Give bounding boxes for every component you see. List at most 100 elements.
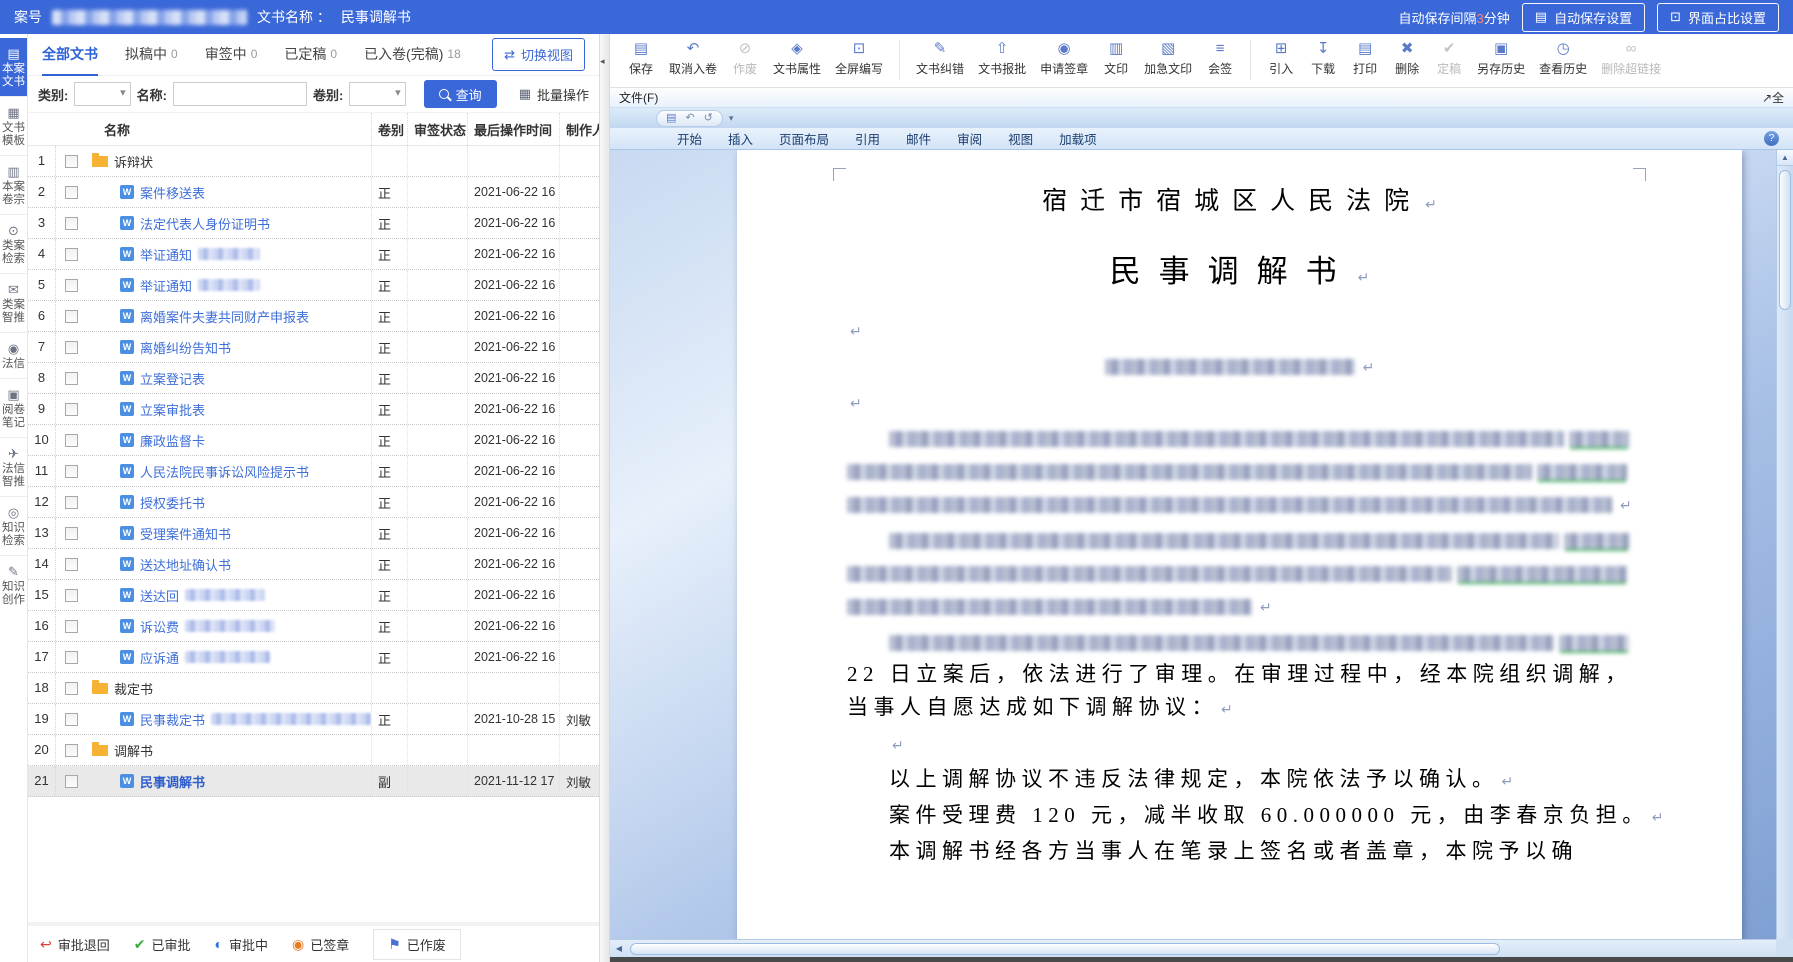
tab-0[interactable]: 全部文书 xyxy=(42,34,98,76)
tab-2[interactable]: 审签中 0 xyxy=(205,34,258,76)
scroll-left-icon[interactable]: ◀ xyxy=(610,944,628,953)
table-row[interactable]: 6W离婚案件夫妻共同财产申报表正2021-06-22 16 xyxy=(28,301,599,332)
row-checkbox[interactable] xyxy=(65,155,78,168)
toolbar-fullscreen-button[interactable]: ⊡全屏编写 xyxy=(828,38,890,77)
table-row[interactable]: 11W人民法院民事诉讼风险提示书正2021-06-22 16 xyxy=(28,456,599,487)
table-row[interactable]: 20调解书 xyxy=(28,735,599,766)
sidebar-item-knowledge-search[interactable]: ◎知识检索 xyxy=(0,496,27,555)
toolbar-delete-button[interactable]: ✖删除 xyxy=(1386,38,1428,77)
table-row[interactable]: 18裁定书 xyxy=(28,673,599,704)
search-button[interactable]: 查询 xyxy=(424,80,497,108)
panel-collapse-handle[interactable]: ◂ xyxy=(600,34,610,962)
expand-fullscreen-control[interactable]: ↗全 xyxy=(1762,89,1784,106)
toolbar-submit-approval-button[interactable]: ⇧文书报批 xyxy=(971,38,1033,77)
doc-link[interactable]: 应诉通 xyxy=(140,648,179,667)
row-checkbox[interactable] xyxy=(65,217,78,230)
sidebar-item-faxin-recommend[interactable]: ✈法信智推 xyxy=(0,437,27,496)
toolbar-proofread-pencil-button[interactable]: ✎文书纠错 xyxy=(909,38,971,77)
table-row[interactable]: 21W民事调解书副2021-11-12 17刘敏 xyxy=(28,766,599,797)
volume-select[interactable] xyxy=(349,82,405,106)
ribbon-tab-3[interactable]: 引用 xyxy=(842,127,893,150)
row-checkbox[interactable] xyxy=(65,558,78,571)
table-row[interactable]: 10W廉政监督卡正2021-06-22 16 xyxy=(28,425,599,456)
table-row[interactable]: 2W案件移送表正2021-06-22 16 xyxy=(28,177,599,208)
toolbar-download-button[interactable]: ↧下载 xyxy=(1302,38,1344,77)
name-input[interactable] xyxy=(173,82,307,106)
toolbar-urgent-print-button[interactable]: ▧加急文印 xyxy=(1137,38,1199,77)
row-checkbox[interactable] xyxy=(65,527,78,540)
row-checkbox[interactable] xyxy=(65,465,78,478)
row-checkbox[interactable] xyxy=(65,341,78,354)
doc-link[interactable]: 民事调解书 xyxy=(140,772,205,791)
sidebar-item-case-documents[interactable]: ▤本案文书 xyxy=(0,38,27,96)
undo-icon[interactable]: ↶ xyxy=(685,111,694,126)
toolbar-properties-tag-button[interactable]: ◈文书属性 xyxy=(766,38,828,77)
file-menu[interactable]: 文件(F) xyxy=(619,89,658,106)
table-row[interactable]: 9W立案审批表正2021-06-22 16 xyxy=(28,394,599,425)
toolbar-view-history-button[interactable]: ◷查看历史 xyxy=(1532,38,1594,77)
row-checkbox[interactable] xyxy=(65,186,78,199)
toolbar-countersign-button[interactable]: ≡会签 xyxy=(1199,38,1241,77)
layout-ratio-settings-button[interactable]: ⊡ 界面占比设置 xyxy=(1657,3,1779,32)
row-checkbox[interactable] xyxy=(65,403,78,416)
doc-link[interactable]: 举证通知 xyxy=(140,276,192,295)
sidebar-item-similar-case-recommend[interactable]: ✉类案智推 xyxy=(0,273,27,332)
vertical-scrollbar[interactable]: ▲ xyxy=(1776,150,1793,939)
horizontal-scroll-thumb[interactable] xyxy=(630,943,1500,955)
row-checkbox[interactable] xyxy=(65,248,78,261)
category-select[interactable] xyxy=(74,82,130,106)
table-row[interactable]: 13W受理案件通知书正2021-06-22 16 xyxy=(28,518,599,549)
doc-link[interactable]: 送达地址确认书 xyxy=(140,555,231,574)
table-row[interactable]: 17W应诉通正2021-06-22 16 xyxy=(28,642,599,673)
sidebar-item-case-files[interactable]: ▥本案卷宗 xyxy=(0,155,27,214)
table-row[interactable]: 16W诉讼费正2021-06-22 16 xyxy=(28,611,599,642)
toolbar-import-button[interactable]: ⊞引入 xyxy=(1260,38,1302,77)
ribbon-tab-4[interactable]: 邮件 xyxy=(893,127,944,150)
tab-3[interactable]: 已定稿 0 xyxy=(284,34,337,76)
ribbon-tab-5[interactable]: 审阅 xyxy=(944,127,995,150)
doc-link[interactable]: 民事裁定书 xyxy=(140,710,205,729)
tab-4[interactable]: 已入卷(完稿) 18 xyxy=(364,34,461,76)
row-checkbox[interactable] xyxy=(65,744,78,757)
table-row[interactable]: 19W民事裁定书正2021-10-28 15刘敏 xyxy=(28,704,599,735)
save-icon[interactable]: ▤ xyxy=(666,111,676,126)
doc-link[interactable]: 举证通知 xyxy=(140,245,192,264)
doc-link[interactable]: 立案审批表 xyxy=(140,400,205,419)
row-checkbox[interactable] xyxy=(65,434,78,447)
row-checkbox[interactable] xyxy=(65,372,78,385)
doc-link[interactable]: 案件移送表 xyxy=(140,183,205,202)
table-row[interactable]: 1诉辩状 xyxy=(28,146,599,177)
ribbon-tab-7[interactable]: 加载项 xyxy=(1046,127,1110,150)
doc-link[interactable]: 法定代表人身份证明书 xyxy=(140,214,270,233)
row-checkbox[interactable] xyxy=(65,496,78,509)
toolbar-print-office-button[interactable]: ▥文印 xyxy=(1095,38,1137,77)
help-button[interactable]: ? xyxy=(1764,131,1779,146)
table-row[interactable]: 15W送达回正2021-06-22 16 xyxy=(28,580,599,611)
doc-link[interactable]: 离婚案件夫妻共同财产申报表 xyxy=(140,307,309,326)
row-checkbox[interactable] xyxy=(65,310,78,323)
document-page[interactable]: 宿迁市宿城区人民法院↵民事调解书↵↵↵↵↵↵22 日立案后，依法进行了审理。在审… xyxy=(737,150,1742,957)
row-checkbox[interactable] xyxy=(65,279,78,292)
doc-link[interactable]: 立案登记表 xyxy=(140,369,205,388)
sidebar-item-faxin[interactable]: ◉法信 xyxy=(0,332,27,378)
doc-link[interactable]: 人民法院民事诉讼风险提示书 xyxy=(140,462,309,481)
quick-access-more-icon[interactable]: ▾ xyxy=(729,113,734,124)
table-row[interactable]: 4W举证通知正2021-06-22 16 xyxy=(28,239,599,270)
toolbar-save-history-button[interactable]: ▣另存历史 xyxy=(1470,38,1532,77)
toolbar-printer-button[interactable]: ▤打印 xyxy=(1344,38,1386,77)
row-checkbox[interactable] xyxy=(65,620,78,633)
row-checkbox[interactable] xyxy=(65,775,78,788)
toolbar-apply-seal-button[interactable]: ◉申请签章 xyxy=(1033,38,1095,77)
toolbar-save-button[interactable]: ▤保存 xyxy=(620,38,662,77)
horizontal-scrollbar[interactable]: ◀ xyxy=(610,939,1776,957)
table-row[interactable]: 5W举证通知正2021-06-22 16 xyxy=(28,270,599,301)
doc-link[interactable]: 送达回 xyxy=(140,586,179,605)
ribbon-tab-2[interactable]: 页面布局 xyxy=(766,127,842,150)
switch-view-button[interactable]: ⇄切换视图 xyxy=(492,38,585,71)
tab-1[interactable]: 拟稿中 0 xyxy=(125,34,178,76)
ribbon-tab-0[interactable]: 开始 xyxy=(664,127,715,150)
table-row[interactable]: 7W离婚纠纷告知书正2021-06-22 16 xyxy=(28,332,599,363)
ribbon-tab-6[interactable]: 视图 xyxy=(995,127,1046,150)
sidebar-item-similar-case-search[interactable]: ⊙类案检索 xyxy=(0,214,27,273)
autosave-settings-button[interactable]: ▤ 自动保存设置 xyxy=(1522,3,1645,32)
